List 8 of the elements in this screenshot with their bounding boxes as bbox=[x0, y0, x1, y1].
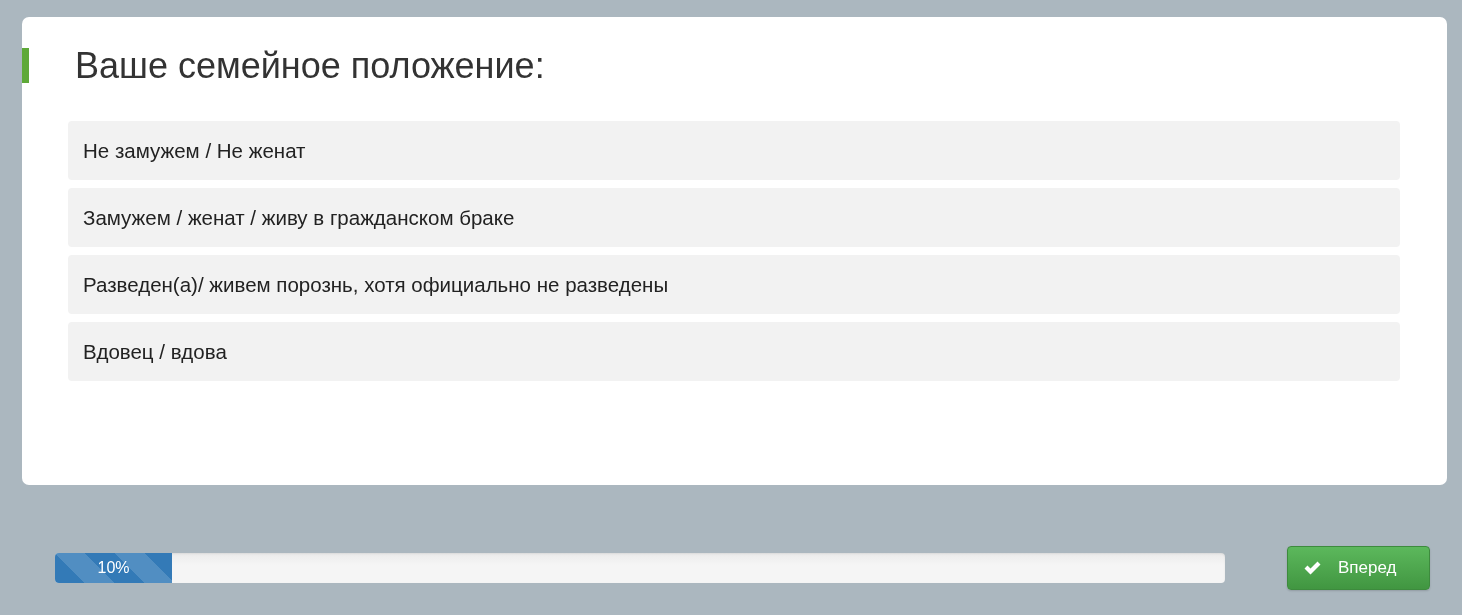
answer-option[interactable]: Разведен(а)/ живем порознь, хотя официально не разведены bbox=[68, 255, 1400, 314]
check-icon bbox=[1304, 561, 1321, 575]
answer-option[interactable]: Вдовец / вдова bbox=[68, 322, 1400, 381]
accent-bar bbox=[22, 48, 29, 83]
answer-option[interactable]: Замужем / женат / живу в гражданском браке bbox=[68, 188, 1400, 247]
progress-label: 10% bbox=[97, 559, 130, 577]
answer-option[interactable]: Не замужем / Не женат bbox=[68, 121, 1400, 180]
question-title: Ваше семейное положение: bbox=[75, 45, 545, 86]
